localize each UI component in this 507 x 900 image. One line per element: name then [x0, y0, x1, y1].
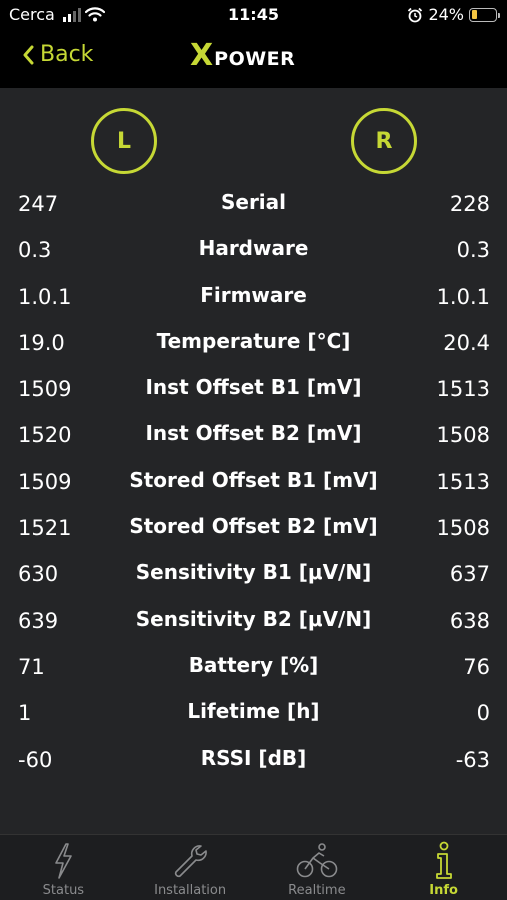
left-value: 1509: [18, 377, 72, 402]
left-value: 1.0.1: [18, 284, 72, 309]
row-label: Sensitivity B2 [μV/N]: [135, 606, 372, 631]
row-label: Stored Offset B2 [mV]: [129, 514, 378, 539]
row-label: Inst Offset B1 [mV]: [145, 375, 362, 400]
status-right: 24%: [407, 5, 500, 24]
row-label: Firmware: [200, 282, 307, 307]
right-value: 76: [463, 654, 490, 679]
right-value: 228: [449, 192, 490, 216]
left-value: 1520: [18, 423, 72, 448]
info-icon: [435, 841, 452, 879]
left-value: 71: [18, 654, 45, 679]
row-label: RSSI [dB]: [200, 745, 307, 770]
cyclist-icon: [296, 843, 338, 878]
top-bar: Cerca 11:45 24% Back X POWER: [0, 0, 507, 88]
info-row: 630 Sensitivity B1 [μV/N] 637: [0, 552, 507, 598]
row-label: Hardware: [198, 236, 309, 261]
wifi-icon: [84, 7, 105, 22]
right-value: 1508: [436, 516, 490, 541]
back-label: Back: [40, 42, 94, 67]
tab-realtime-label: Realtime: [288, 883, 346, 898]
row-label: Lifetime [h]: [187, 699, 320, 724]
tab-info-label: Info: [429, 883, 458, 898]
tab-info[interactable]: Info: [380, 835, 507, 900]
right-value: 638: [449, 608, 490, 633]
tab-status-label: Status: [42, 883, 85, 898]
chevron-left-icon: [23, 45, 34, 64]
wrench-icon: [175, 845, 207, 878]
row-label: Sensitivity B1 [μV/N]: [135, 560, 372, 585]
tab-installation[interactable]: Installation: [127, 835, 254, 900]
info-row: 1.0.1 Firmware 1.0.1: [0, 275, 507, 321]
tab-realtime[interactable]: Realtime: [254, 835, 381, 900]
left-value: 630: [18, 562, 59, 587]
status-bar: Cerca 11:45 24%: [0, 5, 507, 27]
left-value: 1509: [18, 469, 72, 494]
info-row: 1520 Inst Offset B2 [mV] 1508: [0, 413, 507, 459]
right-value: 20.4: [443, 330, 490, 355]
lightning-icon: [55, 843, 73, 879]
info-row: 639 Sensitivity B2 [μV/N] 638: [0, 599, 507, 645]
row-label: Temperature [°C]: [156, 328, 351, 353]
logo-word: POWER: [214, 48, 296, 70]
row-label: Serial: [220, 190, 287, 214]
tab-bar: Status Installation Realtime Info: [0, 834, 507, 900]
alarm-icon: [408, 7, 423, 22]
right-value: 1.0.1: [436, 284, 490, 309]
info-row: 1521 Stored Offset B2 [mV] 1508: [0, 506, 507, 552]
row-label: Inst Offset B2 [mV]: [145, 421, 362, 446]
info-row: 1509 Inst Offset B1 [mV] 1513: [0, 367, 507, 413]
nav-bar: Back X POWER: [0, 36, 507, 80]
battery-icon: [469, 7, 500, 22]
info-row: 1509 Stored Offset B1 [mV] 1513: [0, 460, 507, 506]
tab-status[interactable]: Status: [0, 835, 127, 900]
carrier-name: Cerca: [9, 5, 55, 24]
left-value: 1521: [18, 516, 72, 541]
right-value: 0.3: [456, 238, 490, 263]
battery-percent: 24%: [428, 5, 464, 24]
carrier-group: Cerca: [9, 5, 105, 24]
info-row: 247 Serial 228: [0, 182, 507, 228]
right-value: 637: [449, 562, 490, 587]
signal-icon: [62, 7, 81, 22]
info-table: 247 Serial 228 0.3 Hardware 0.3 1.0.1 Firmware 1…: [0, 182, 507, 784]
logo-x: X: [190, 38, 214, 73]
left-value: 19.0: [18, 330, 65, 355]
xpower-logo: X POWER: [190, 40, 320, 72]
info-row: 1 Lifetime [h] 0: [0, 691, 507, 737]
right-value: 1508: [436, 423, 490, 448]
right-value: 0: [476, 701, 490, 726]
right-value: 1513: [436, 469, 490, 494]
left-value: 247: [18, 192, 59, 216]
left-side-badge: L: [91, 108, 157, 174]
right-value: -63: [455, 747, 490, 772]
info-row: -60 RSSI [dB] -63: [0, 738, 507, 784]
left-value: 0.3: [18, 238, 52, 263]
row-label: Battery [%]: [188, 652, 319, 677]
right-side-badge: R: [351, 108, 417, 174]
left-value: 639: [18, 608, 59, 633]
info-row: 71 Battery [%] 76: [0, 645, 507, 691]
left-value: 1: [18, 701, 32, 726]
right-value: 1513: [436, 377, 490, 402]
tab-installation-label: Installation: [154, 883, 227, 898]
left-value: -60: [18, 747, 53, 772]
info-row: 19.0 Temperature [°C] 20.4: [0, 321, 507, 367]
info-row: 0.3 Hardware 0.3: [0, 228, 507, 274]
back-button[interactable]: Back: [22, 42, 93, 67]
row-label: Stored Offset B1 [mV]: [129, 467, 378, 492]
